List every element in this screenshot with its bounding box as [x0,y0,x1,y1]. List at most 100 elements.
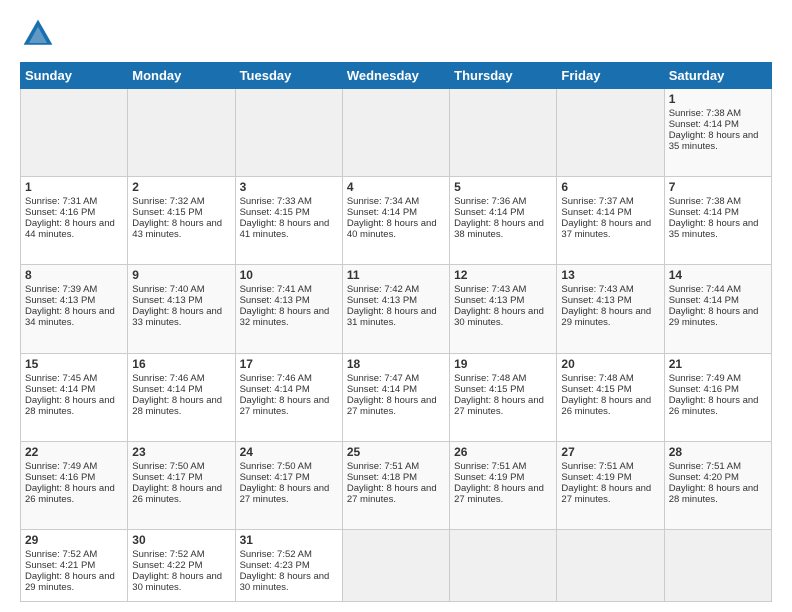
day-number: 11 [347,268,445,282]
sunrise-label: Sunrise: 7:51 AM [669,461,741,472]
calendar-cell: 18 Sunrise: 7:47 AM Sunset: 4:14 PM Dayl… [342,353,449,441]
calendar-cell: 24 Sunrise: 7:50 AM Sunset: 4:17 PM Dayl… [235,441,342,529]
calendar-cell [128,89,235,177]
day-number: 24 [240,445,338,459]
calendar-cell [557,89,664,177]
sunrise-label: Sunrise: 7:43 AM [561,284,633,295]
daylight-label: Daylight: 8 hours and 27 minutes. [561,483,651,505]
day-number: 9 [132,268,230,282]
calendar-cell: 31 Sunrise: 7:52 AM Sunset: 4:23 PM Dayl… [235,529,342,601]
daylight-label: Daylight: 8 hours and 34 minutes. [25,306,115,328]
sunrise-label: Sunrise: 7:37 AM [561,196,633,207]
sunrise-label: Sunrise: 7:31 AM [25,196,97,207]
calendar-cell: 10 Sunrise: 7:41 AM Sunset: 4:13 PM Dayl… [235,265,342,353]
day-number: 7 [669,180,767,194]
sunrise-label: Sunrise: 7:49 AM [669,373,741,384]
calendar-cell [342,529,449,601]
calendar-cell [557,529,664,601]
calendar-week-4: 15 Sunrise: 7:45 AM Sunset: 4:14 PM Dayl… [21,353,772,441]
day-number: 1 [669,92,767,106]
calendar-table: SundayMondayTuesdayWednesdayThursdayFrid… [20,62,772,602]
daylight-label: Daylight: 8 hours and 30 minutes. [240,571,330,593]
sunset-label: Sunset: 4:15 PM [454,384,524,395]
calendar-header-row: SundayMondayTuesdayWednesdayThursdayFrid… [21,63,772,89]
sunset-label: Sunset: 4:14 PM [240,384,310,395]
sunrise-label: Sunrise: 7:51 AM [347,461,419,472]
day-header-friday: Friday [557,63,664,89]
day-number: 13 [561,268,659,282]
sunrise-label: Sunrise: 7:42 AM [347,284,419,295]
calendar-cell [664,529,771,601]
day-number: 22 [25,445,123,459]
calendar-week-6: 29 Sunrise: 7:52 AM Sunset: 4:21 PM Dayl… [21,529,772,601]
daylight-label: Daylight: 8 hours and 27 minutes. [454,483,544,505]
sunset-label: Sunset: 4:13 PM [561,295,631,306]
calendar-cell: 1 Sunrise: 7:38 AM Sunset: 4:14 PM Dayli… [664,89,771,177]
daylight-label: Daylight: 8 hours and 41 minutes. [240,218,330,240]
daylight-label: Daylight: 8 hours and 26 minutes. [132,483,222,505]
day-number: 31 [240,533,338,547]
sunrise-label: Sunrise: 7:36 AM [454,196,526,207]
day-number: 4 [347,180,445,194]
daylight-label: Daylight: 8 hours and 27 minutes. [347,483,437,505]
day-header-tuesday: Tuesday [235,63,342,89]
sunset-label: Sunset: 4:14 PM [669,119,739,130]
daylight-label: Daylight: 8 hours and 26 minutes. [25,483,115,505]
sunset-label: Sunset: 4:14 PM [669,295,739,306]
sunrise-label: Sunrise: 7:32 AM [132,196,204,207]
sunrise-label: Sunrise: 7:46 AM [240,373,312,384]
sunset-label: Sunset: 4:14 PM [561,207,631,218]
calendar-cell: 6 Sunrise: 7:37 AM Sunset: 4:14 PM Dayli… [557,177,664,265]
sunset-label: Sunset: 4:14 PM [25,384,95,395]
calendar-cell: 4 Sunrise: 7:34 AM Sunset: 4:14 PM Dayli… [342,177,449,265]
daylight-label: Daylight: 8 hours and 27 minutes. [240,483,330,505]
sunset-label: Sunset: 4:14 PM [347,384,417,395]
calendar-cell: 25 Sunrise: 7:51 AM Sunset: 4:18 PM Dayl… [342,441,449,529]
calendar-cell: 22 Sunrise: 7:49 AM Sunset: 4:16 PM Dayl… [21,441,128,529]
day-number: 16 [132,357,230,371]
calendar-week-3: 8 Sunrise: 7:39 AM Sunset: 4:13 PM Dayli… [21,265,772,353]
daylight-label: Daylight: 8 hours and 38 minutes. [454,218,544,240]
sunset-label: Sunset: 4:17 PM [240,472,310,483]
sunset-label: Sunset: 4:14 PM [132,384,202,395]
day-number: 30 [132,533,230,547]
sunrise-label: Sunrise: 7:52 AM [25,549,97,560]
calendar-cell: 13 Sunrise: 7:43 AM Sunset: 4:13 PM Dayl… [557,265,664,353]
sunrise-label: Sunrise: 7:40 AM [132,284,204,295]
day-number: 18 [347,357,445,371]
logo-icon [20,16,56,52]
daylight-label: Daylight: 8 hours and 29 minutes. [669,306,759,328]
day-header-wednesday: Wednesday [342,63,449,89]
calendar-week-5: 22 Sunrise: 7:49 AM Sunset: 4:16 PM Dayl… [21,441,772,529]
calendar-cell: 2 Sunrise: 7:32 AM Sunset: 4:15 PM Dayli… [128,177,235,265]
sunrise-label: Sunrise: 7:52 AM [240,549,312,560]
calendar-cell: 8 Sunrise: 7:39 AM Sunset: 4:13 PM Dayli… [21,265,128,353]
day-number: 20 [561,357,659,371]
daylight-label: Daylight: 8 hours and 44 minutes. [25,218,115,240]
sunset-label: Sunset: 4:15 PM [132,207,202,218]
sunrise-label: Sunrise: 7:48 AM [561,373,633,384]
calendar-cell: 21 Sunrise: 7:49 AM Sunset: 4:16 PM Dayl… [664,353,771,441]
daylight-label: Daylight: 8 hours and 43 minutes. [132,218,222,240]
calendar-cell: 17 Sunrise: 7:46 AM Sunset: 4:14 PM Dayl… [235,353,342,441]
day-number: 3 [240,180,338,194]
daylight-label: Daylight: 8 hours and 26 minutes. [561,395,651,417]
daylight-label: Daylight: 8 hours and 29 minutes. [25,571,115,593]
sunrise-label: Sunrise: 7:34 AM [347,196,419,207]
sunset-label: Sunset: 4:13 PM [347,295,417,306]
day-number: 1 [25,180,123,194]
calendar-cell: 19 Sunrise: 7:48 AM Sunset: 4:15 PM Dayl… [450,353,557,441]
sunrise-label: Sunrise: 7:41 AM [240,284,312,295]
calendar-week-1: 1 Sunrise: 7:38 AM Sunset: 4:14 PM Dayli… [21,89,772,177]
daylight-label: Daylight: 8 hours and 27 minutes. [240,395,330,417]
daylight-label: Daylight: 8 hours and 31 minutes. [347,306,437,328]
sunset-label: Sunset: 4:14 PM [669,207,739,218]
sunrise-label: Sunrise: 7:51 AM [454,461,526,472]
sunset-label: Sunset: 4:13 PM [25,295,95,306]
header [20,16,772,52]
daylight-label: Daylight: 8 hours and 33 minutes. [132,306,222,328]
day-number: 17 [240,357,338,371]
daylight-label: Daylight: 8 hours and 32 minutes. [240,306,330,328]
day-number: 29 [25,533,123,547]
calendar-cell: 27 Sunrise: 7:51 AM Sunset: 4:19 PM Dayl… [557,441,664,529]
